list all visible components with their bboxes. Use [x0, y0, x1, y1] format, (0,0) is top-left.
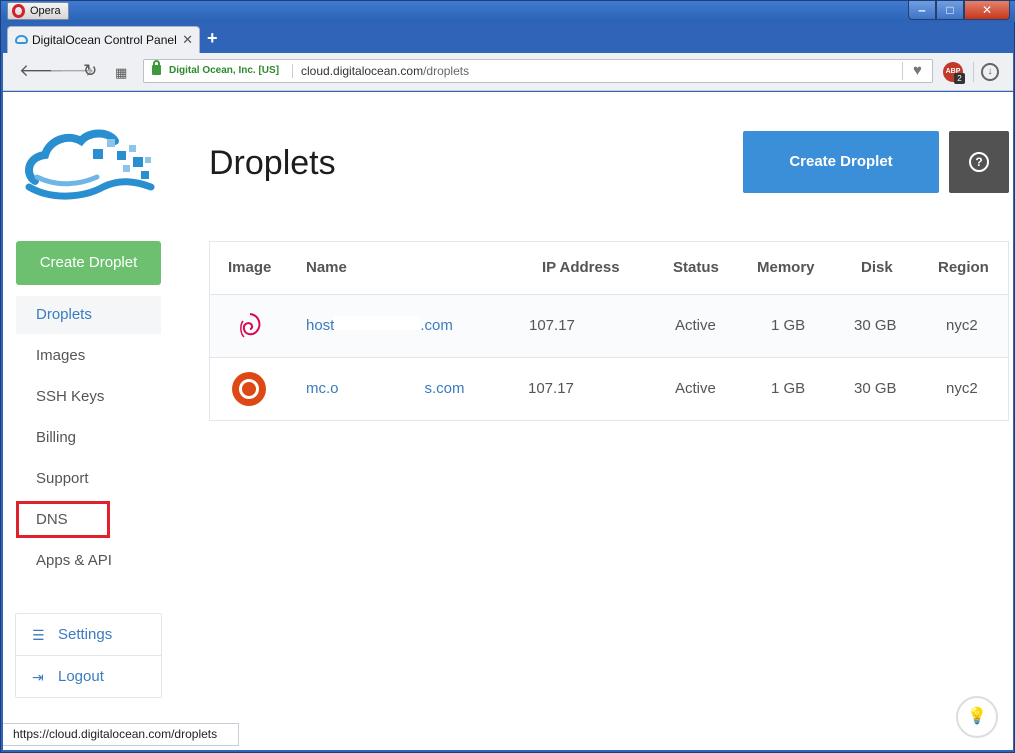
sidebar-create-droplet-button[interactable]: Create Droplet [16, 241, 161, 285]
droplet-name-link[interactable]: mc.o s.com [306, 358, 465, 420]
ubuntu-icon [232, 372, 266, 406]
help-icon: ? [969, 152, 989, 172]
speed-dial-grid-icon[interactable]: ▦ [115, 64, 127, 82]
opera-menu-label: Opera [30, 5, 61, 17]
help-button[interactable]: ? [949, 131, 1009, 193]
download-icon[interactable]: ↓ [981, 63, 999, 81]
droplet-name-start: host [306, 317, 335, 334]
header-status[interactable]: Status [673, 242, 719, 294]
debian-icon [240, 313, 261, 338]
droplet-ip: 107.17 [529, 317, 575, 334]
sidebar-item-droplets[interactable]: Droplets [16, 296, 161, 334]
adblock-count-badge: 2 [954, 73, 965, 84]
logout-link[interactable]: ⇥ Logout [16, 656, 161, 698]
url-divider [292, 64, 293, 78]
digitalocean-favicon-icon [15, 35, 28, 44]
browser-toolbar: 🡐 🡒 ↻ ▦ Digital Ocean, Inc. [US] cloud.d… [3, 53, 1013, 91]
sidebar-item-apps-api[interactable]: Apps & API [16, 542, 161, 580]
close-window-button[interactable]: ✕ [964, 1, 1010, 20]
page-title: Droplets [209, 144, 336, 182]
maximize-button[interactable]: □ [936, 1, 964, 20]
settings-label: Settings [58, 626, 113, 643]
droplet-region: nyc2 [946, 380, 978, 397]
tab-title: DigitalOcean Control Panel [32, 33, 177, 47]
digitalocean-logo[interactable] [23, 127, 158, 207]
url-text[interactable]: cloud.digitalocean.com/droplets [301, 60, 469, 82]
header-image: Image [228, 259, 272, 276]
browser-window: Opera ‒ □ ✕ DigitalOcean Control Panel ✕… [0, 0, 1015, 753]
sliders-icon: ☰ [32, 627, 45, 643]
header-region[interactable]: Region [938, 242, 989, 294]
droplet-ip: 107.17 [528, 380, 574, 397]
create-droplet-button[interactable]: Create Droplet [743, 131, 939, 193]
logout-icon: ⇥ [32, 669, 44, 685]
reload-icon[interactable]: ↻ [83, 62, 97, 80]
tab-digitalocean[interactable]: DigitalOcean Control Panel ✕ [7, 26, 200, 53]
header-ip-address[interactable]: IP Address [542, 242, 620, 294]
ev-certificate-label[interactable]: Digital Ocean, Inc. [US] [169, 60, 279, 82]
droplet-status: Active [675, 380, 716, 397]
lightbulb-icon[interactable]: 💡 [956, 696, 998, 738]
sidebar-item-images[interactable]: Images [16, 337, 161, 375]
minimize-button[interactable]: ‒ [908, 1, 936, 20]
droplets-table: Image Name IP Address Status Memory Disk… [209, 241, 1009, 421]
page-viewport: Create Droplet Droplets Images SSH Keys … [3, 92, 1013, 750]
title-bar: Opera ‒ □ ✕ [1, 1, 1015, 22]
droplet-memory: 1 GB [771, 380, 806, 397]
droplet-region: nyc2 [946, 317, 978, 334]
droplet-name-end: s.com [424, 380, 465, 397]
sidebar-item-support[interactable]: Support [16, 460, 161, 498]
droplet-name-start: mc.o [306, 380, 339, 397]
heart-bookmark-icon[interactable]: ♥ [902, 62, 932, 80]
logout-label: Logout [58, 668, 104, 685]
table-row[interactable]: mc.o s.com 107.17 Active 1 GB 30 GB nyc2 [210, 358, 1008, 421]
opera-menu-button[interactable]: Opera [7, 2, 69, 20]
address-bar[interactable]: Digital Ocean, Inc. [US] cloud.digitaloc… [143, 59, 933, 83]
new-tab-button[interactable]: + [207, 29, 218, 47]
droplet-name-link[interactable]: host .com [306, 295, 453, 357]
sidebar-item-ssh-keys[interactable]: SSH Keys [16, 378, 161, 416]
settings-link[interactable]: ☰ Settings [16, 614, 161, 656]
droplet-name-end: .com [420, 317, 453, 334]
droplet-disk: 30 GB [854, 380, 897, 397]
toolbar-divider [973, 62, 974, 82]
status-bar-url: https://cloud.digitalocean.com/droplets [3, 723, 239, 746]
droplet-disk: 30 GB [854, 317, 897, 334]
droplet-status: Active [675, 317, 716, 334]
opera-logo-icon [12, 4, 25, 18]
header-disk[interactable]: Disk [861, 242, 893, 294]
droplet-memory: 1 GB [771, 317, 806, 334]
tab-close-icon[interactable]: ✕ [182, 27, 193, 53]
sidebar-item-billing[interactable]: Billing [16, 419, 161, 457]
account-menu: ☰ Settings ⇥ Logout [15, 613, 162, 698]
table-row[interactable]: host .com 107.17 Active 1 GB 30 GB nyc2 [210, 295, 1008, 358]
header-name[interactable]: Name [306, 242, 347, 294]
table-header-row: Image Name IP Address Status Memory Disk… [210, 242, 1008, 295]
lock-icon [152, 60, 161, 75]
url-path: /droplets [423, 64, 470, 78]
header-memory[interactable]: Memory [757, 242, 815, 294]
url-host: cloud.digitalocean.com [301, 64, 424, 78]
tab-strip: DigitalOcean Control Panel ✕ + [3, 23, 1013, 53]
dns-highlight-box [16, 501, 110, 538]
